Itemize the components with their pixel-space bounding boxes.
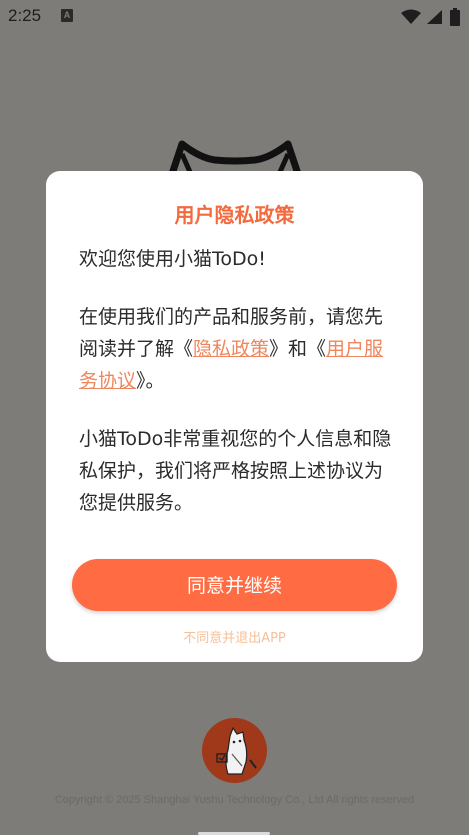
dialog-title: 用户隐私政策 [174,203,295,227]
signal-icon [426,9,442,24]
privacy-dialog: 用户隐私政策 欢迎您使用小猫ToDo! 在使用我们的产品和服务前，请您先阅读并了… [46,171,423,662]
decline-exit-link[interactable]: 不同意并退出APP [46,627,423,646]
intro-middle-text: 》和《 [269,338,327,360]
agree-continue-button[interactable]: 同意并继续 [72,559,397,611]
greeting-text: 欢迎您使用小猫ToDo! [79,248,266,270]
status-icons [400,6,461,26]
intro-paragraph: 在使用我们的产品和服务前，请您先阅读并了解《隐私政策》和《用户服务协议》。 [79,301,394,397]
notification-a-icon: A [61,9,73,22]
cat-with-pencil-icon [216,726,257,775]
dialog-body: 欢迎您使用小猫ToDo! 在使用我们的产品和服务前，请您先阅读并了解《隐私政策》… [79,243,394,519]
closing-paragraph: 小猫ToDo非常重视您的个人信息和隐私保护，我们将严格按照上述协议为您提供服务。 [79,428,392,514]
wifi-icon [400,9,421,24]
privacy-policy-link[interactable]: 隐私政策 [193,338,269,360]
app-logo [202,718,267,783]
battery-icon [450,7,460,26]
status-bar: 2:25 A [0,0,469,32]
intro-after-text: 》。 [136,370,165,392]
status-time: 2:25 [8,6,42,25]
copyright-text: Copyright © 2025 Shanghai Yushu Technolo… [54,794,415,806]
